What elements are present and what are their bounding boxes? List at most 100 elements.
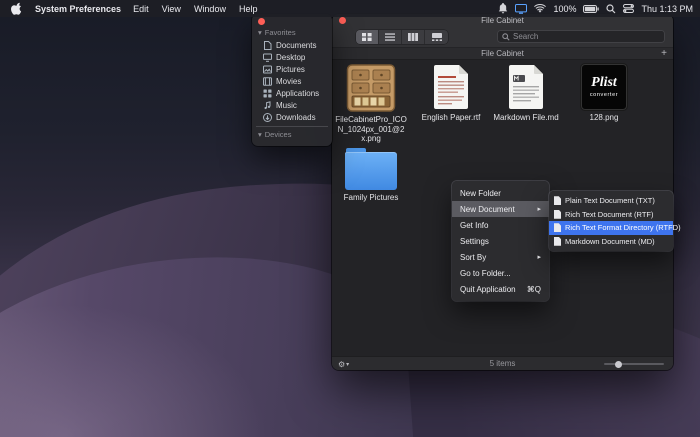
document-icon [554,196,561,206]
menu-edit[interactable]: Edit [133,4,149,14]
slider-track [604,363,664,365]
menu-item-label: Sort By [460,252,487,262]
menu-item-label: Go to Folder... [460,268,511,278]
apple-icon [11,2,22,15]
disclosure-triangle-icon: ▾ [258,28,262,37]
menu-item-label: New Folder [460,188,501,198]
markdown-document-icon [509,65,543,109]
menu-item-shortcut: ⌘Q [526,284,541,294]
list-view-icon [385,32,395,41]
sidebar-close-button[interactable] [258,18,265,25]
plist-icon-subtitle: converter [589,91,619,98]
menu-item-go-to-folder[interactable]: Go to Folder... [452,265,549,281]
chevron-down-icon: ▾ [346,361,350,368]
submenu-item-rich-text[interactable]: Rich Text Document (RTF) [549,208,673,222]
sidebar-item-label: Downloads [276,112,316,122]
sidebar-item-label: Documents [276,40,317,50]
sidebar-item-label: Movies [276,76,302,86]
music-note-icon [264,100,271,109]
sidebar-panel: ▾ Favorites Documents Desktop Pictures M… [252,14,332,146]
file-name: Family Pictures [343,193,399,202]
icon-view-button[interactable] [356,29,379,44]
search-placeholder: Search [513,32,539,41]
column-view-icon [408,32,418,41]
plist-converter-icon: Plist converter [581,64,627,110]
battery-percent[interactable]: 100% [553,4,576,14]
menu-bar-status-area: 100% Thu 1:13 PM [498,3,693,14]
sidebar-item-downloads[interactable]: Downloads [252,111,332,123]
menu-item-new-document[interactable]: New Document ▸ [452,201,549,217]
submenu-item-label: Markdown Document (MD) [565,236,655,246]
sidebar-item-label: Desktop [276,52,306,62]
sidebar-item-label: Music [276,100,297,110]
file-name: 128.png [589,113,619,122]
grid-view-icon [362,32,372,41]
sidebar-item-documents[interactable]: Documents [252,39,332,51]
sidebar-item-applications[interactable]: Applications [252,87,332,99]
battery-icon[interactable] [583,4,600,13]
menu-item-new-folder[interactable]: New Folder [452,185,549,201]
close-button[interactable] [339,16,346,24]
list-view-button[interactable] [379,29,402,44]
context-menu: New Folder New Document ▸ Get Info Setti… [452,181,549,301]
submenu-arrow-icon: ▸ [537,206,541,213]
search-field[interactable]: Search [497,30,665,43]
menu-item-label: Quit Application [460,284,516,294]
submenu-item-plain-text[interactable]: Plain Text Document (TXT) [549,194,673,208]
folder-family-pictures[interactable]: Family Pictures [333,144,409,203]
menu-view[interactable]: View [162,4,181,14]
sidebar-separator [256,126,328,127]
spotlight-icon[interactable] [606,3,616,14]
submenu-item-rtfd[interactable]: Rich Text Format Directory (RTFD) [549,221,681,235]
plist-icon-title: Plist [591,75,617,91]
file-english-paper-rtf[interactable]: English Paper.rtf [413,64,489,123]
file-name: Markdown File.md [493,113,559,122]
menu-window[interactable]: Window [194,4,226,14]
sidebar-item-movies[interactable]: Movies [252,75,332,87]
sidebar-item-desktop[interactable]: Desktop [252,51,332,63]
document-icon [264,40,272,50]
notification-bell-icon[interactable] [498,3,508,14]
action-menu-button[interactable]: ⚙ ▾ [338,357,349,370]
new-document-submenu: Plain Text Document (TXT) Rich Text Docu… [549,191,681,251]
favorites-header-label: Favorites [264,28,296,37]
file-name: English Paper.rtf [421,113,481,122]
menu-item-get-info[interactable]: Get Info [452,217,549,233]
file-128-png[interactable]: Plist converter 128.png [566,64,642,123]
submenu-item-label: Plain Text Document (TXT) [565,196,655,206]
menu-bar: System Preferences Edit View Window Help… [0,0,700,17]
menu-bar-clock[interactable]: Thu 1:13 PM [641,4,693,14]
add-tab-button[interactable]: + [661,48,667,60]
file-markdown-md[interactable]: Markdown File.md [488,64,564,123]
disclosure-triangle-icon: ▾ [258,130,262,139]
sidebar-item-music[interactable]: Music [252,99,332,111]
gallery-view-button[interactable] [425,30,448,44]
wifi-icon[interactable] [534,4,547,13]
submenu-item-label: Rich Text Document (RTF) [565,209,654,219]
sidebar-item-pictures[interactable]: Pictures [252,63,332,75]
column-view-button[interactable] [402,29,425,44]
file-filecabinet-icon-png[interactable]: FileCabinetPro_ICON_1024px_001@2x.png [333,64,409,144]
menu-item-sort-by[interactable]: Sort By ▸ [452,249,549,265]
app-menu-title[interactable]: System Preferences [35,4,121,14]
path-label: File Cabinet [481,49,524,58]
toolbar: Search [332,26,673,47]
devices-section-header[interactable]: ▾ Devices [252,129,332,141]
icon-size-slider[interactable] [604,357,664,370]
favorites-section-header[interactable]: ▾ Favorites [252,27,332,39]
sidebar-item-label: Applications [276,88,320,98]
apple-menu[interactable] [11,2,22,15]
folder-icon [345,148,397,190]
slider-knob[interactable] [615,360,622,368]
downloads-icon [263,112,272,122]
desktop-icon [263,53,272,62]
menu-help[interactable]: Help [239,4,258,14]
menu-item-label: Get Info [460,220,489,230]
menu-item-settings[interactable]: Settings [452,233,549,249]
display-icon[interactable] [515,3,528,14]
desktop: System Preferences Edit View Window Help… [0,0,700,437]
applications-icon [263,89,272,97]
control-center-icon[interactable] [623,4,635,13]
submenu-item-markdown[interactable]: Markdown Document (MD) [549,235,673,249]
menu-item-quit-application[interactable]: Quit Application ⌘Q [452,281,549,297]
